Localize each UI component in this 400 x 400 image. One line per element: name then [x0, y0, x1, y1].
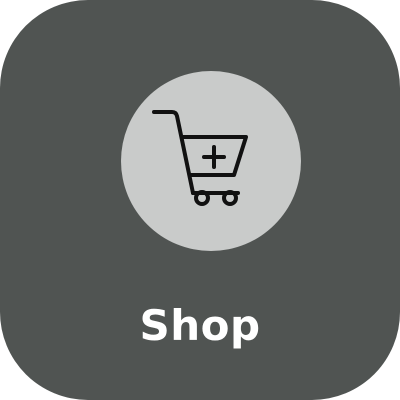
- shop-tile[interactable]: Shop: [0, 0, 400, 400]
- cart-plus-icon: [152, 110, 248, 206]
- tile-label: Shop: [139, 301, 261, 350]
